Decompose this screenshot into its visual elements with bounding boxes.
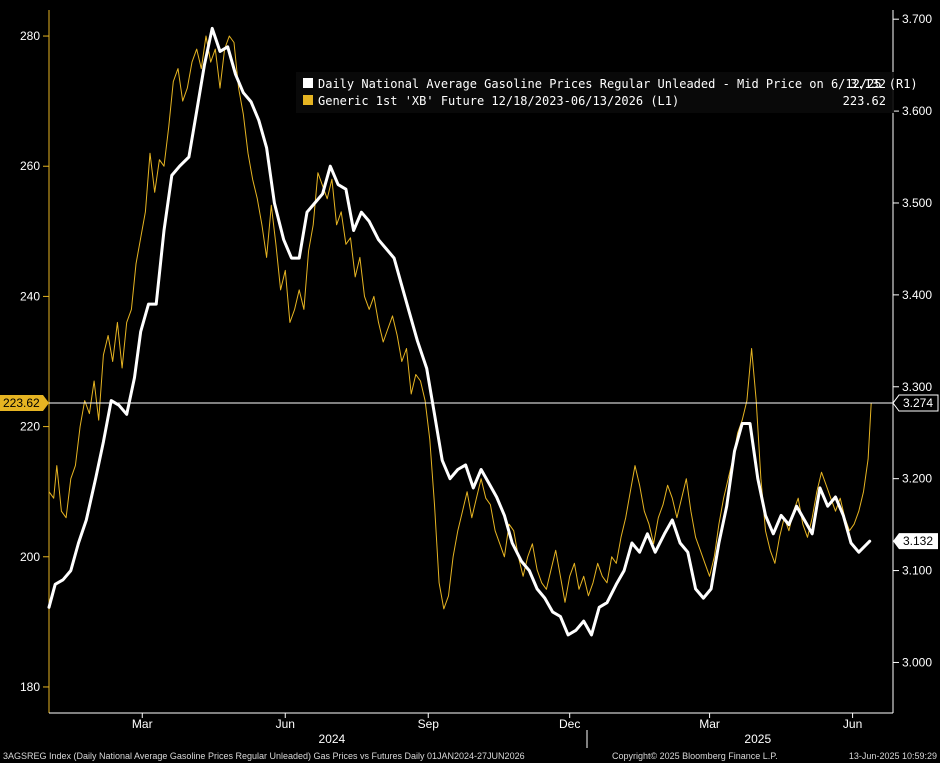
x-tick-label: Mar — [132, 717, 153, 731]
left-tick-label: 240 — [20, 289, 40, 303]
right-tick-label: 3.300 — [902, 380, 932, 394]
x-tick-label: Dec — [559, 717, 580, 731]
footer-right: 13-Jun-2025 10:59:29 — [849, 751, 937, 761]
x-tick-label: Jun — [843, 717, 862, 731]
legend-label-future: Generic 1st 'XB' Future 12/18/2023-06/13… — [318, 94, 679, 108]
left-value-tag: 223.62 — [0, 395, 49, 412]
chart: 180 200 220 240 260 280 3.000 3.100 3.200 3.300 3.… — [0, 0, 940, 763]
left-tick-label: 260 — [20, 159, 40, 173]
x-year-label: 2025 — [744, 732, 771, 746]
x-tick-label: Jun — [276, 717, 295, 731]
x-year-label: 2024 — [319, 732, 346, 746]
left-tick-label: 220 — [20, 420, 40, 434]
last-value-tag: 3.132 — [893, 533, 938, 550]
legend-label-gasoline: Daily National Average Gasoline Prices R… — [318, 77, 918, 91]
x-tick-label: Mar — [699, 717, 720, 731]
right-tick-label: 3.200 — [902, 472, 932, 486]
legend-value-gasoline: 3.132 — [850, 77, 886, 91]
chart-background — [0, 0, 940, 763]
right-tick-label: 3.700 — [902, 12, 932, 26]
right-tick-label: 3.600 — [902, 104, 932, 118]
left-tick-label: 280 — [20, 29, 40, 43]
right-tick-label: 3.400 — [902, 288, 932, 302]
left-tick-label: 180 — [20, 680, 40, 694]
left-tick-label: 200 — [20, 550, 40, 564]
right-ref-tag: 3.274 — [892, 394, 939, 412]
legend: Daily National Average Gasoline Prices R… — [296, 72, 918, 113]
legend-swatch-white — [303, 78, 313, 88]
right-ref-tag-text: 3.274 — [903, 396, 933, 410]
right-tick-label: 3.500 — [902, 196, 932, 210]
x-tick-label: Sep — [418, 717, 440, 731]
legend-swatch-gold — [303, 95, 313, 105]
right-tick-label: 3.000 — [902, 655, 932, 669]
footer-center: Copyright© 2025 Bloomberg Finance L.P. — [612, 751, 778, 761]
last-value-tag-text: 3.132 — [903, 534, 933, 548]
right-tick-label: 3.100 — [902, 564, 932, 578]
left-value-tag-text: 223.62 — [3, 396, 40, 410]
legend-value-future: 223.62 — [843, 94, 886, 108]
footer-left: 3AGSREG Index (Daily National Average Ga… — [3, 751, 525, 761]
